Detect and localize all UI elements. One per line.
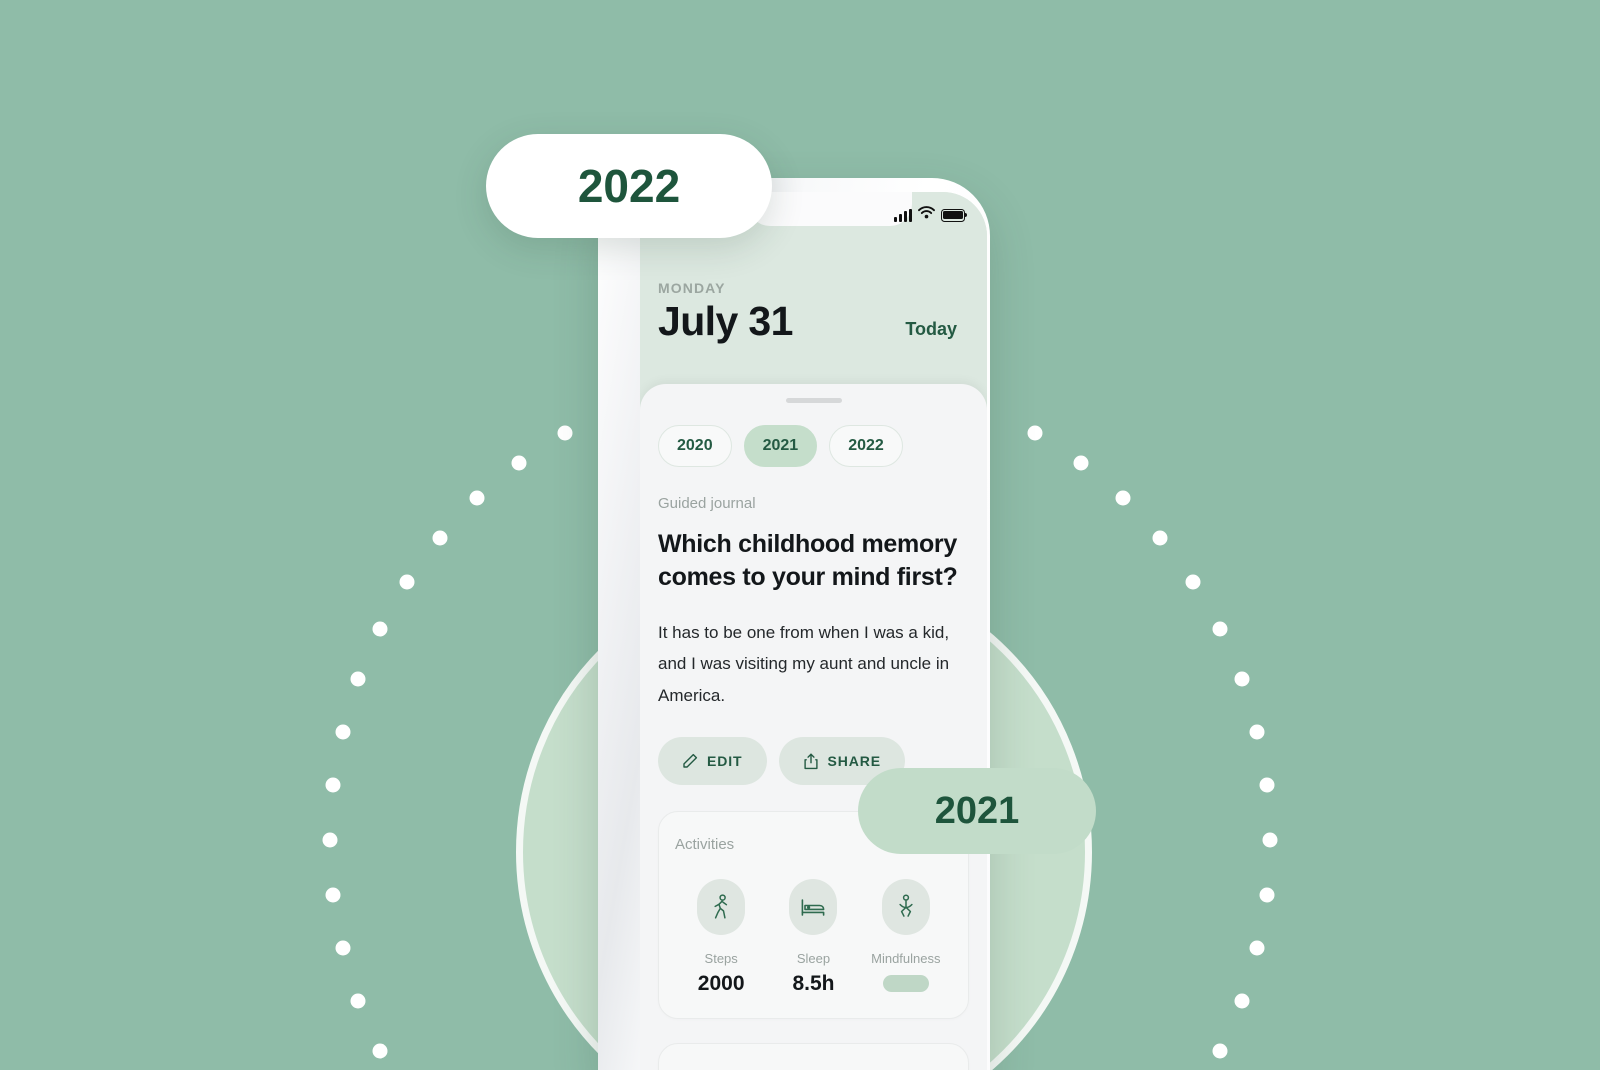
decorative-dot — [1185, 574, 1201, 590]
decorative-dot — [335, 724, 351, 740]
decorative-dot — [335, 940, 351, 956]
header-weekday: MONDAY — [658, 280, 726, 296]
metric-mindfulness-label: Mindfulness — [871, 951, 941, 967]
metric-steps-value: 2000 — [697, 972, 745, 996]
callout-pill-2022: 2022 — [486, 134, 772, 238]
walking-person-icon — [697, 879, 746, 936]
metric-sleep-value: 8.5h — [792, 972, 835, 996]
year-chip-2022[interactable]: 2022 — [829, 425, 903, 467]
decorative-dot — [350, 671, 366, 687]
edit-button-label: EDIT — [707, 753, 743, 770]
decorative-dot — [1259, 887, 1275, 903]
metric-steps[interactable]: Steps 2000 — [675, 879, 767, 996]
status-bar — [894, 206, 968, 224]
share-button-label: SHARE — [827, 753, 882, 770]
content-sheet: 2020 2021 2022 Guided journal Which chil… — [640, 384, 987, 1070]
page-title: July 31 — [658, 298, 793, 344]
journal-entry-text: It has to be one from when I was a kid, … — [658, 623, 950, 705]
decorative-dot — [325, 887, 341, 903]
decorative-dot — [432, 530, 448, 546]
year-filter-group: 2020 2021 2022 — [658, 425, 969, 467]
decorative-dot — [1212, 621, 1228, 637]
guided-journal-label: Guided journal — [658, 495, 756, 512]
decorative-dot — [1262, 832, 1278, 848]
phone-notch — [748, 192, 912, 226]
decorative-dot — [1249, 724, 1265, 740]
year-chip-2021[interactable]: 2021 — [743, 425, 818, 467]
decorative-dot — [1027, 425, 1043, 441]
decorative-dot — [372, 1043, 388, 1059]
decorative-dot — [399, 574, 415, 590]
bed-icon — [789, 879, 838, 936]
meditation-person-icon — [881, 879, 930, 936]
decorative-dot — [1115, 490, 1131, 506]
screenshot-canvas: MONDAY July 31 Today 2020 2021 2022 Guid… — [0, 0, 1600, 1070]
decorative-dot — [372, 621, 388, 637]
metric-mindfulness-empty-value — [882, 975, 929, 993]
battery-icon — [941, 208, 968, 222]
today-button[interactable]: Today — [905, 319, 957, 340]
next-card-placeholder — [658, 1043, 969, 1070]
metric-sleep[interactable]: Sleep 8.5h — [767, 879, 859, 996]
year-chip-2020[interactable]: 2020 — [658, 425, 732, 467]
cellular-signal-icon — [894, 208, 912, 222]
callout-pill-2021: 2021 — [858, 768, 1096, 854]
decorative-dot — [322, 832, 338, 848]
activities-metrics: Steps 2000 Sleep 8.5h Mindfulness — [675, 879, 952, 996]
wifi-icon — [918, 206, 935, 224]
sheet-drag-handle[interactable] — [785, 398, 842, 403]
decorative-dot — [1234, 671, 1250, 687]
decorative-dot — [469, 490, 485, 506]
metric-mindfulness[interactable]: Mindfulness — [860, 879, 952, 996]
decorative-dot — [1152, 530, 1168, 546]
phone-mockup: MONDAY July 31 Today 2020 2021 2022 Guid… — [598, 178, 990, 1070]
edit-button[interactable]: EDIT — [658, 737, 767, 786]
decorative-dot — [1249, 940, 1265, 956]
decorative-dot — [1259, 777, 1275, 793]
share-upload-icon — [803, 753, 819, 770]
decorative-dot — [350, 993, 366, 1009]
phone-screen: MONDAY July 31 Today 2020 2021 2022 Guid… — [640, 192, 987, 1070]
decorative-dot — [511, 455, 527, 471]
metric-sleep-label: Sleep — [796, 951, 831, 967]
decorative-dot — [1234, 993, 1250, 1009]
decorative-dot — [1073, 455, 1089, 471]
metric-steps-label: Steps — [704, 951, 738, 967]
pencil-icon — [682, 753, 698, 769]
journal-prompt: Which childhood memory comes to your min… — [658, 530, 958, 591]
decorative-dot — [325, 777, 341, 793]
decorative-dot — [557, 425, 573, 441]
decorative-dot — [1212, 1043, 1228, 1059]
